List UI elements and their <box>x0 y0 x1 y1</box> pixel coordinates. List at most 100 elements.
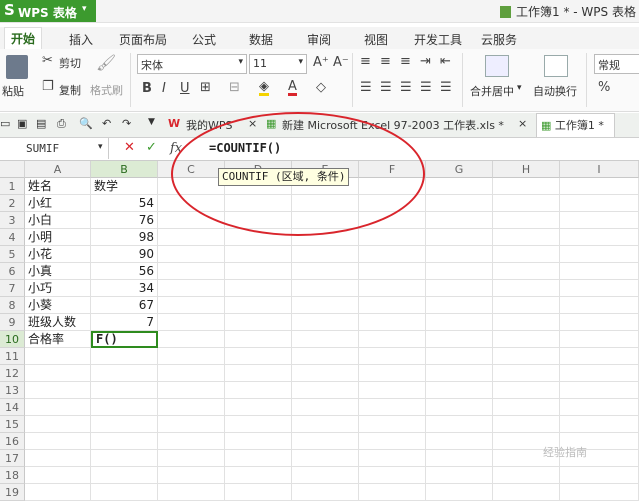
tab-formulas[interactable]: 公式 <box>192 31 216 48</box>
cell-c7[interactable] <box>158 280 225 297</box>
chevron-down-icon[interactable]: ▾ <box>517 83 522 93</box>
save-as-icon[interactable]: ▤ <box>36 117 46 130</box>
align-left-icon[interactable]: ☰ <box>360 80 372 95</box>
cell-a9[interactable]: 班级人数 <box>25 314 91 331</box>
cell-h11[interactable] <box>493 348 560 365</box>
cell-e11[interactable] <box>292 348 359 365</box>
column-header-h[interactable]: H <box>493 161 560 178</box>
cell-f5[interactable] <box>359 246 426 263</box>
cell-i15[interactable] <box>560 416 639 433</box>
cell-a15[interactable] <box>25 416 91 433</box>
font-select[interactable]: 宋体 ▾ <box>137 54 247 74</box>
row-header-11[interactable]: 11 <box>0 348 25 365</box>
cell-i8[interactable] <box>560 297 639 314</box>
cell-f8[interactable] <box>359 297 426 314</box>
cell-f16[interactable] <box>359 433 426 450</box>
cell-h13[interactable] <box>493 382 560 399</box>
cell-i4[interactable] <box>560 229 639 246</box>
cell-a2[interactable]: 小红 <box>25 195 91 212</box>
cell-f19[interactable] <box>359 484 426 501</box>
cell-i14[interactable] <box>560 399 639 416</box>
paste-button[interactable]: 粘贴 <box>2 83 24 99</box>
column-header-i[interactable]: I <box>560 161 639 178</box>
cell-h10[interactable] <box>493 331 560 348</box>
cell-e8[interactable] <box>292 297 359 314</box>
cell-f10[interactable] <box>359 331 426 348</box>
cell-h1[interactable] <box>493 178 560 195</box>
cell-h2[interactable] <box>493 195 560 212</box>
cell-d7[interactable] <box>225 280 292 297</box>
cell-a1[interactable]: 姓名 <box>25 178 91 195</box>
cell-c9[interactable] <box>158 314 225 331</box>
cell-g14[interactable] <box>426 399 493 416</box>
undo-icon[interactable]: ↶ <box>102 117 111 130</box>
cell-g19[interactable] <box>426 484 493 501</box>
row-header-8[interactable]: 8 <box>0 297 25 314</box>
row-header-14[interactable]: 14 <box>0 399 25 416</box>
indent-icon[interactable]: ⇥ <box>420 54 431 69</box>
row-header-18[interactable]: 18 <box>0 467 25 484</box>
cell-h15[interactable] <box>493 416 560 433</box>
cell-c6[interactable] <box>158 263 225 280</box>
align-center-icon[interactable]: ☰ <box>380 80 392 95</box>
cell-e5[interactable] <box>292 246 359 263</box>
cell-b9[interactable]: 7 <box>91 314 158 331</box>
tab-page-layout[interactable]: 页面布局 <box>119 31 167 48</box>
row-header-17[interactable]: 17 <box>0 450 25 467</box>
cell-i10[interactable] <box>560 331 639 348</box>
cell-a7[interactable]: 小巧 <box>25 280 91 297</box>
app-menu-button[interactable]: S WPS 表格 ▾ <box>0 0 96 22</box>
cell-c11[interactable] <box>158 348 225 365</box>
cell-g15[interactable] <box>426 416 493 433</box>
underline-icon[interactable]: U <box>180 81 190 96</box>
cell-e6[interactable] <box>292 263 359 280</box>
cell-b5[interactable]: 90 <box>91 246 158 263</box>
cell-c12[interactable] <box>158 365 225 382</box>
cell-i3[interactable] <box>560 212 639 229</box>
cell-a4[interactable]: 小明 <box>25 229 91 246</box>
cell-f9[interactable] <box>359 314 426 331</box>
cell-d16[interactable] <box>225 433 292 450</box>
cell-d15[interactable] <box>225 416 292 433</box>
align-top-icon[interactable]: ≡ <box>360 54 371 69</box>
cell-a6[interactable]: 小真 <box>25 263 91 280</box>
row-header-16[interactable]: 16 <box>0 433 25 450</box>
cell-h19[interactable] <box>493 484 560 501</box>
active-cell[interactable]: F() <box>91 331 158 348</box>
row-header-5[interactable]: 5 <box>0 246 25 263</box>
cell-f17[interactable] <box>359 450 426 467</box>
cell-b8[interactable]: 67 <box>91 297 158 314</box>
outdent-icon[interactable]: ⇤ <box>440 54 451 69</box>
cancel-icon[interactable]: ✕ <box>124 140 135 155</box>
name-box[interactable]: SUMIF ▾ <box>0 138 109 159</box>
cell-c4[interactable] <box>158 229 225 246</box>
cell-g6[interactable] <box>426 263 493 280</box>
cell-h8[interactable] <box>493 297 560 314</box>
align-bottom-icon[interactable]: ≡ <box>400 54 411 69</box>
cell-c16[interactable] <box>158 433 225 450</box>
border-icon[interactable]: ⊞ <box>200 80 211 95</box>
cell-b6[interactable]: 56 <box>91 263 158 280</box>
row-header-12[interactable]: 12 <box>0 365 25 382</box>
cell-c18[interactable] <box>158 467 225 484</box>
row-header-13[interactable]: 13 <box>0 382 25 399</box>
decrease-font-icon[interactable]: A⁻ <box>333 55 349 70</box>
cell-d14[interactable] <box>225 399 292 416</box>
cell-h18[interactable] <box>493 467 560 484</box>
cell-e10[interactable] <box>292 331 359 348</box>
cell-h4[interactable] <box>493 229 560 246</box>
cell-f7[interactable] <box>359 280 426 297</box>
row-header-9[interactable]: 9 <box>0 314 25 331</box>
cell-b13[interactable] <box>91 382 158 399</box>
clear-icon[interactable]: ◇ <box>316 80 326 95</box>
cell-f13[interactable] <box>359 382 426 399</box>
cell-i9[interactable] <box>560 314 639 331</box>
cell-f18[interactable] <box>359 467 426 484</box>
increase-font-icon[interactable]: A⁺ <box>313 55 329 70</box>
tab-home[interactable]: 开始 <box>4 27 43 50</box>
cell-e19[interactable] <box>292 484 359 501</box>
cell-h5[interactable] <box>493 246 560 263</box>
row-header-19[interactable]: 19 <box>0 484 25 501</box>
copy-button[interactable]: 复制 <box>59 82 81 98</box>
cell-g3[interactable] <box>426 212 493 229</box>
